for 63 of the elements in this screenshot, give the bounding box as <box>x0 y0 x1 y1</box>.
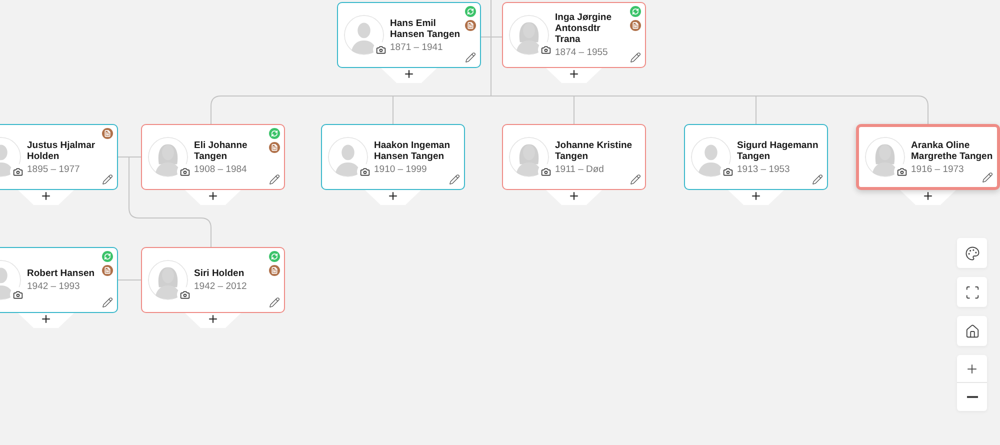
life-years: 1874 – 1955 <box>555 47 608 58</box>
person-name: Eli Johanne Tangen <box>194 140 248 162</box>
person-card[interactable]: Eli Johanne Tangen 1908 – 1984 <box>141 124 285 190</box>
life-years: 1942 – 2012 <box>194 281 247 292</box>
avatar-placeholder-icon <box>148 137 188 177</box>
edit-icon[interactable] <box>102 297 113 308</box>
person-name: Justus Hjalmar Holden <box>27 140 96 162</box>
person-card[interactable]: Aranka Oline Margrethe Tangen 1916 – 1973 <box>856 124 1000 190</box>
person-card[interactable]: Sigurd Hagemann Tangen 1913 – 1953 <box>684 124 828 190</box>
person-card[interactable]: Johanne Kristine Tangen 1911 – Død <box>502 124 646 190</box>
avatar-placeholder-icon <box>148 260 188 300</box>
minus-icon <box>966 396 978 398</box>
home-icon[interactable] <box>957 316 987 346</box>
plus-icon <box>750 190 762 202</box>
person-name: Siri Holden <box>194 268 244 279</box>
life-years: 1908 – 1984 <box>194 164 247 174</box>
life-years: 1913 – 1953 <box>737 164 790 174</box>
edit-icon[interactable] <box>812 174 823 185</box>
plus-icon <box>965 362 979 376</box>
plus-icon <box>387 190 399 202</box>
avatar-placeholder-icon <box>865 137 905 177</box>
edit-icon[interactable] <box>269 297 280 308</box>
edit-icon[interactable] <box>982 172 993 183</box>
edit-icon[interactable] <box>630 174 641 185</box>
plus-icon <box>40 190 52 202</box>
edit-icon[interactable] <box>465 52 476 63</box>
person-name: Hans Emil Hansen Tangen <box>390 18 461 40</box>
plus-icon <box>922 190 934 202</box>
avatar-placeholder-icon <box>328 137 368 177</box>
life-years: 1895 – 1977 <box>27 164 80 174</box>
avatar-placeholder-icon <box>691 137 731 177</box>
person-card[interactable]: Inga Jørgine Antonsdtr Trana 1874 – 1955 <box>502 2 646 68</box>
person-card[interactable]: Haakon Ingeman Hansen Tangen 1910 – 1999 <box>321 124 465 190</box>
avatar-placeholder-icon <box>509 137 549 177</box>
person-name: Robert Hansen <box>27 268 95 279</box>
life-years: 1911 – Død <box>555 164 604 174</box>
plus-icon <box>568 68 580 80</box>
palette-icon[interactable] <box>957 238 987 268</box>
avatar-placeholder-icon <box>509 15 549 55</box>
plus-icon <box>207 313 219 325</box>
edit-icon[interactable] <box>449 174 460 185</box>
plus-icon <box>40 313 52 325</box>
edit-icon[interactable] <box>269 174 280 185</box>
life-years: 1871 – 1941 <box>390 42 443 52</box>
plus-icon <box>403 68 415 80</box>
life-years: 1942 – 1993 <box>27 281 80 292</box>
person-card[interactable]: Hans Emil Hansen Tangen 1871 – 1941 <box>337 2 481 68</box>
plus-icon <box>207 190 219 202</box>
avatar-placeholder-icon <box>344 15 384 55</box>
life-years: 1910 – 1999 <box>374 164 427 174</box>
life-years: 1916 – 1973 <box>911 164 964 174</box>
fullscreen-icon[interactable] <box>957 277 987 307</box>
person-name: Sigurd Hagemann Tangen <box>737 140 820 162</box>
person-card[interactable]: Siri Holden 1942 – 2012 <box>141 247 285 313</box>
person-name: Haakon Ingeman Hansen Tangen <box>374 140 452 162</box>
person-card[interactable]: Robert Hansen 1942 – 1993 <box>0 247 118 313</box>
plus-icon <box>568 190 580 202</box>
edit-icon[interactable] <box>102 174 113 185</box>
person-name: Johanne Kristine Tangen <box>555 140 634 162</box>
edit-icon[interactable] <box>630 52 641 63</box>
person-name: Aranka Oline Margrethe Tangen <box>911 140 994 162</box>
person-card[interactable]: Justus Hjalmar Holden 1895 – 1977 <box>0 124 118 190</box>
person-name: Inga Jørgine Antonsdtr Trana <box>555 12 612 45</box>
